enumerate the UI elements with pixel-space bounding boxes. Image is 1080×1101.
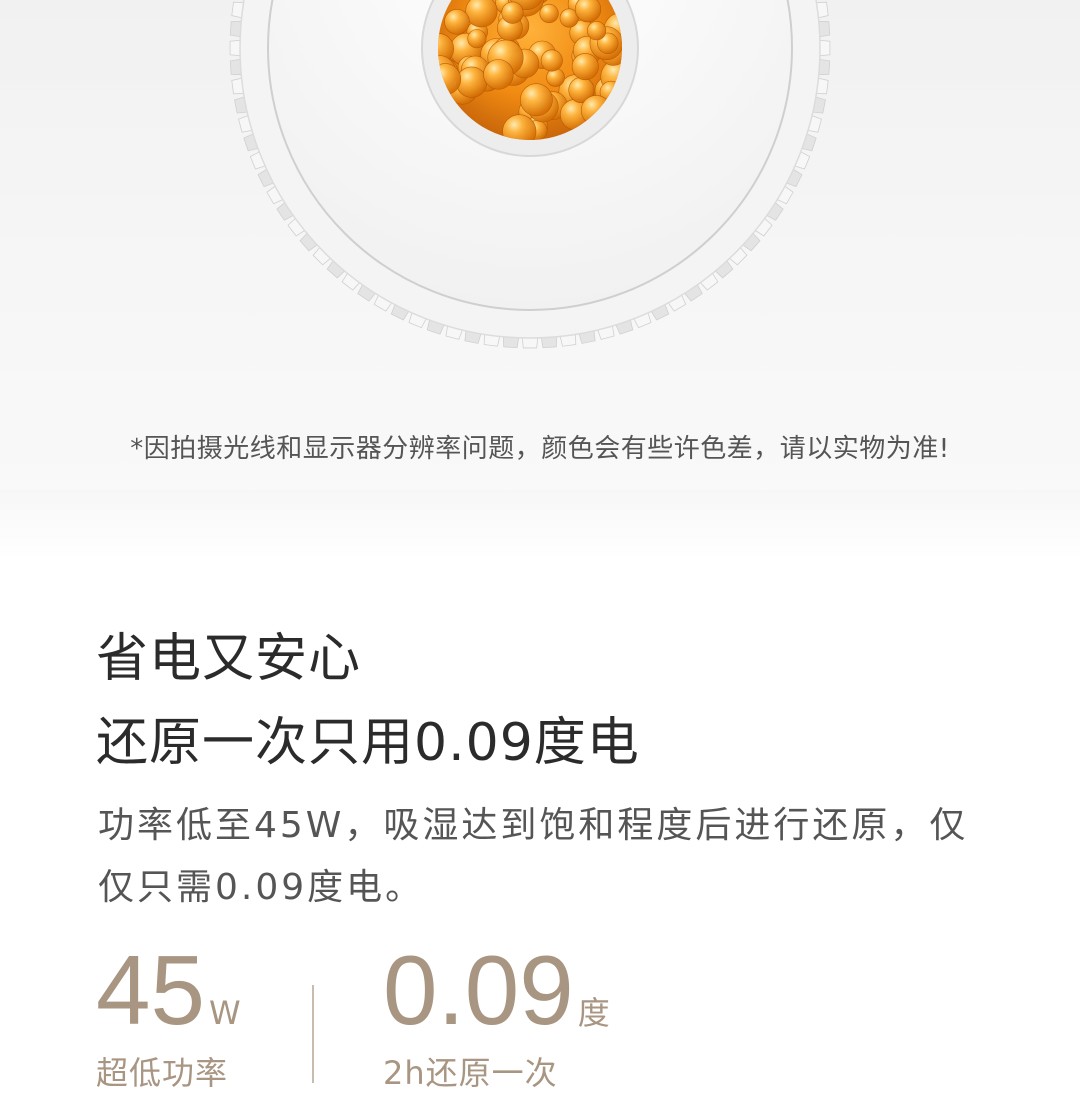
silica-bead — [571, 53, 599, 81]
stat-energy-caption: 2h还原一次 — [383, 1054, 558, 1092]
silica-bead — [520, 83, 553, 117]
stat-divider — [312, 985, 314, 1083]
silica-bead — [444, 8, 470, 35]
silica-bead — [586, 21, 607, 41]
silica-bead — [574, 0, 602, 23]
feature-title-line2: 还原一次只用0.09度电 — [96, 713, 640, 773]
silica-bead — [546, 68, 565, 87]
stat-power-caption: 超低功率 — [96, 1054, 229, 1092]
silica-bead — [501, 1, 524, 24]
silica-bead — [540, 49, 563, 72]
stat-power-value: 45 — [96, 935, 206, 1045]
silica-bead — [539, 3, 559, 24]
stat-power: 45 W 超低功率 — [96, 940, 241, 1094]
feature-description: 功率低至45W，吸湿达到饱和程度后进行还原，仅仅只需0.09度电。 — [98, 805, 969, 908]
color-disclaimer: *因拍摄光线和显示器分辨率问题，颜色会有些许色差，请以实物为准! — [130, 434, 950, 464]
stat-energy-value: 0.09 — [383, 935, 574, 1045]
hero-product-image: *因拍摄光线和显示器分辨率问题，颜色会有些许色差，请以实物为准! — [0, 0, 1080, 490]
silica-bead — [467, 29, 487, 49]
stat-power-unit: W — [209, 994, 241, 1032]
silica-bead — [456, 66, 488, 98]
product-illustration — [229, 0, 831, 349]
feature-title-line1: 省电又安心 — [96, 629, 362, 689]
section-divider-band — [0, 490, 1080, 560]
stat-energy-unit: 度 — [577, 994, 610, 1032]
stat-energy: 0.09 度 2h还原一次 — [383, 940, 610, 1094]
silica-bead — [483, 59, 514, 90]
